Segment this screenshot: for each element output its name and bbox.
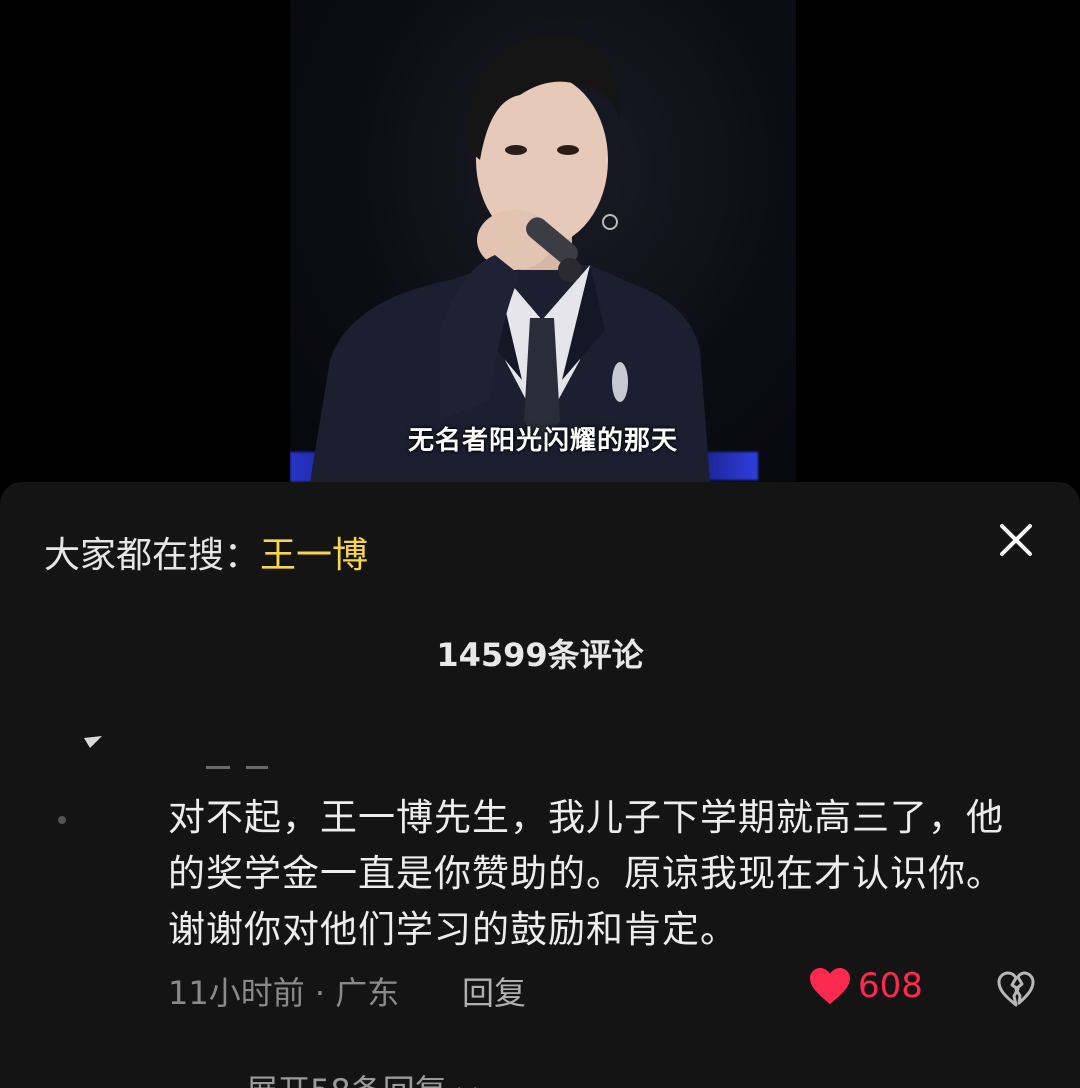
avatar[interactable]: [84, 736, 106, 748]
comment-time-location: 11小时前 · 广东: [168, 974, 400, 1012]
comment-panel: 大家都在搜：王一博 14599条评论 对不起，王一博先生，我儿子下学期就高三了，…: [0, 482, 1080, 1088]
trending-search-prefix: 大家都在搜：: [44, 535, 261, 576]
expand-replies-button[interactable]: 展开58条回复: [246, 1066, 477, 1088]
broken-heart-icon[interactable]: [996, 970, 1036, 1008]
heart-icon: [810, 968, 850, 1004]
trending-search-term[interactable]: 王一博: [260, 535, 368, 576]
like-button[interactable]: 608: [808, 966, 923, 1006]
comment-count: 14599条评论: [436, 636, 644, 674]
video-subtitle: 无名者阳光闪耀的那天: [407, 426, 678, 456]
app-screen: 无名者阳光闪耀的那天 大家都在搜：王一博 14599条评论 对不起，王一博先生，…: [0, 0, 1080, 1088]
like-count: 608: [858, 966, 923, 1006]
avatar-fragment: [58, 816, 66, 824]
video-frame[interactable]: 无名者阳光闪耀的那天: [290, 0, 796, 482]
reply-button[interactable]: 回复: [462, 968, 526, 1014]
trending-search-hint[interactable]: 大家都在搜：王一博: [44, 526, 368, 578]
username[interactable]: [206, 766, 270, 772]
performer-image: [310, 34, 710, 482]
expand-replies-label: 展开58条回复: [246, 1072, 447, 1088]
comment-item: 对不起，王一博先生，我儿子下学期就高三了，他的奖学金一直是你赞助的。原谅我现在才…: [0, 726, 1080, 1088]
close-icon[interactable]: [994, 518, 1038, 562]
video-player[interactable]: 无名者阳光闪耀的那天: [0, 0, 1080, 482]
comment-text: 对不起，王一博先生，我儿子下学期就高三了，他的奖学金一直是你赞助的。原谅我现在才…: [168, 796, 1004, 951]
